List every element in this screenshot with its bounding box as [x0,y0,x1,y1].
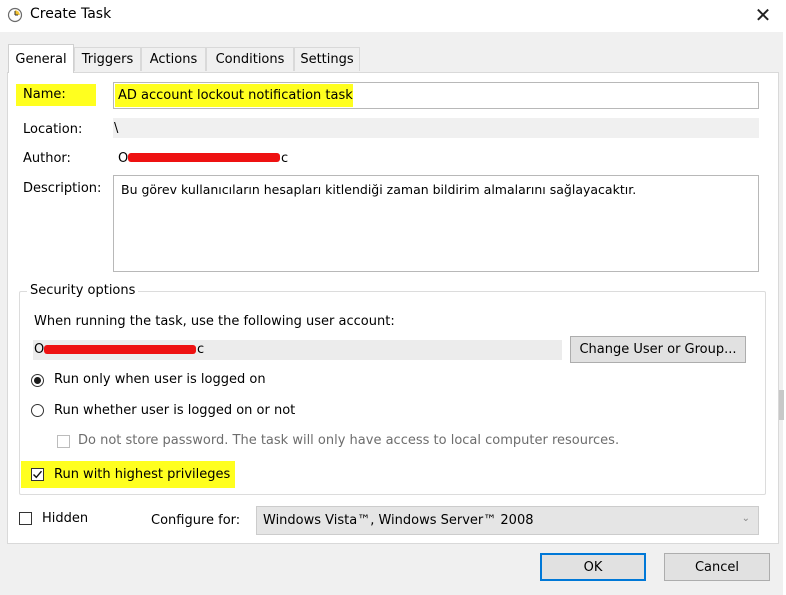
cancel-button[interactable]: Cancel [664,553,770,581]
radio-run-whether-label[interactable]: Run whether user is logged on or not [54,403,295,418]
highest-privileges-checkbox[interactable] [31,468,44,481]
tab-conditions[interactable]: Conditions [206,47,294,71]
location-label: Location: [23,122,83,137]
location-field [113,118,759,138]
cancel-label: Cancel [694,559,740,575]
checkmark-icon [33,470,43,479]
hidden-label[interactable]: Hidden [42,511,88,526]
account-value-start: O [34,342,45,357]
change-user-group-button[interactable]: Change User or Group... [570,336,746,363]
change-user-group-label: Change User or Group... [579,342,737,357]
name-label: Name: [23,87,66,102]
task-scheduler-clock-icon [7,7,23,23]
location-value: \ [114,121,119,136]
author-value-end: c [281,151,289,166]
hidden-checkbox[interactable] [19,512,32,525]
configure-for-value: Windows Vista™, Windows Server™ 2008 [263,513,534,528]
description-label: Description: [23,181,102,196]
account-value-end: c [197,342,205,357]
title-bar: Create Task ✕ [0,0,786,32]
radio-run-logged-on-label[interactable]: Run only when user is logged on [54,372,266,387]
author-redaction [128,153,280,162]
author-value-start: O [118,151,129,166]
description-value: Bu görev kullanıcıların hesapları kitlen… [121,182,637,197]
close-button[interactable]: ✕ [746,0,780,30]
author-label: Author: [23,151,71,166]
tab-label: General [15,51,67,67]
tab-label: Conditions [215,52,285,67]
tab-settings[interactable]: Settings [294,47,360,71]
name-field-value: AD account lockout notification task [118,88,353,103]
radio-run-logged-on[interactable] [31,374,44,387]
tab-label: Settings [300,52,354,67]
no-store-password-checkbox[interactable] [57,435,70,448]
tab-triggers[interactable]: Triggers [74,47,141,71]
configure-for-dropdown[interactable]: Windows Vista™, Windows Server™ 2008 ⌄ [256,506,759,535]
tab-general[interactable]: General [8,44,74,73]
close-icon: ✕ [754,3,772,27]
ok-label: OK [583,559,603,575]
window-title: Create Task [30,6,112,22]
ok-button[interactable]: OK [540,553,646,581]
no-store-password-label[interactable]: Do not store password. The task will onl… [78,433,619,448]
tab-label: Actions [149,52,198,67]
radio-selected-dot [34,377,41,384]
highest-privileges-label[interactable]: Run with highest privileges [54,467,230,482]
chevron-down-icon: ⌄ [741,513,750,524]
account-redaction [44,345,196,354]
tab-label: Triggers [81,52,134,67]
tab-actions[interactable]: Actions [141,47,206,71]
security-options-label: Security options [27,283,139,298]
account-prompt: When running the task, use the following… [34,314,395,329]
radio-run-whether[interactable] [31,404,44,417]
configure-for-label: Configure for: [151,513,241,528]
